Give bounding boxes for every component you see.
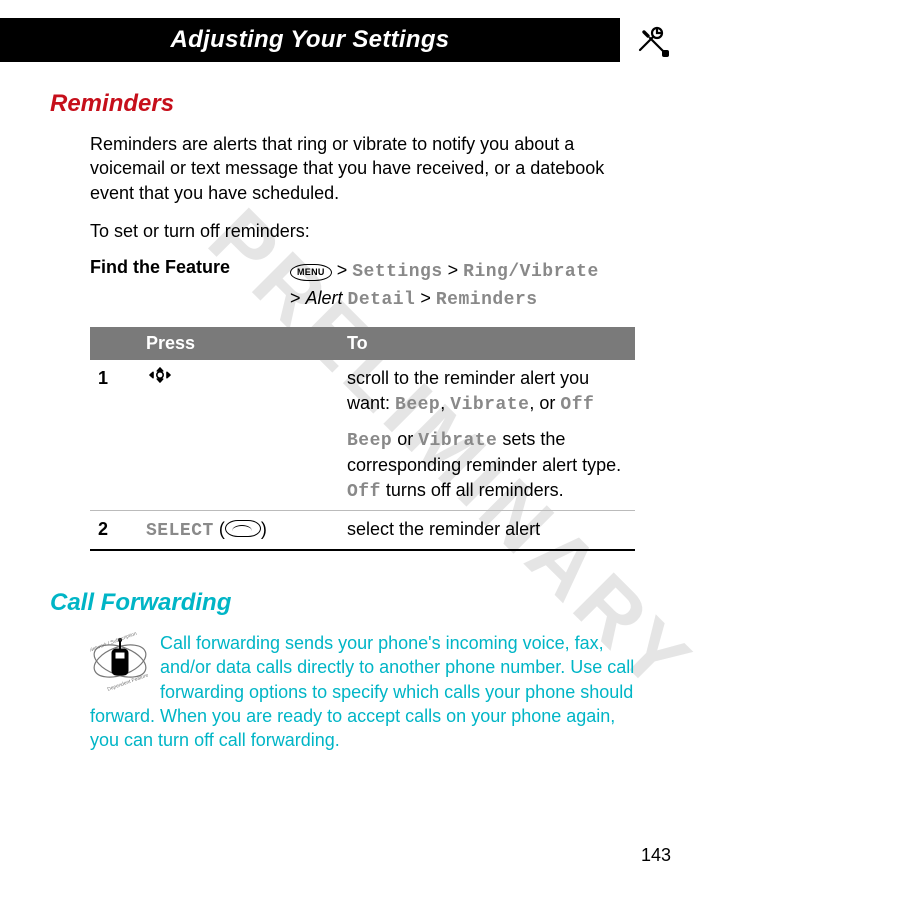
paren: ) <box>261 519 267 539</box>
path-ring-vibrate: Ring/Vibrate <box>463 262 599 282</box>
table-header: Press To <box>90 327 635 360</box>
table-head-to: To <box>339 327 635 360</box>
tools-icon <box>630 18 674 62</box>
procedure-table: Press To 1 <box>90 327 635 551</box>
path-gt: > <box>415 288 436 308</box>
reminders-lead: To set or turn off reminders: <box>90 219 640 243</box>
find-the-feature-path: MENU > Settings > Ring/Vibrate > Alert D… <box>290 257 599 313</box>
row-to: scroll to the reminder alert you want: B… <box>339 360 635 509</box>
path-gt: > <box>332 260 353 280</box>
nav-key-icon <box>146 366 174 391</box>
path-alert: Alert <box>306 288 343 308</box>
call-forwarding-text: Call forwarding sends your phone's incom… <box>90 633 634 750</box>
menu-key-icon: MENU <box>290 264 332 281</box>
option-beep: Beep <box>395 395 440 415</box>
header-bar: Adjusting Your Settings <box>0 18 620 62</box>
option-vibrate: Vibrate <box>418 431 497 451</box>
page-number: 143 <box>641 845 671 866</box>
path-detail: Detail <box>348 290 416 310</box>
row-number: 2 <box>90 511 138 549</box>
soft-key-icon <box>225 520 261 537</box>
find-the-feature: Find the Feature MENU > Settings > Ring/… <box>90 257 640 313</box>
path-reminders: Reminders <box>436 290 538 310</box>
page: Adjusting Your Settings PRELIMINARY Remi… <box>0 0 901 901</box>
row-number: 1 <box>90 360 138 509</box>
paren: ( <box>214 519 225 539</box>
call-forwarding-heading: Call Forwarding <box>50 589 640 617</box>
path-gt: > <box>290 288 306 308</box>
row-press <box>138 360 339 509</box>
row-press: SELECT () <box>138 511 339 549</box>
to-text: select the reminder alert <box>347 517 627 541</box>
select-label: SELECT <box>146 521 214 541</box>
header-title: Adjusting Your Settings <box>171 26 450 54</box>
to-sep: , or <box>529 393 560 413</box>
table-row: 2 SELECT () select the reminder alert <box>90 511 635 551</box>
call-forwarding-body: Network / Subscription Dependent Feature… <box>90 631 640 752</box>
option-off: Off <box>347 482 381 502</box>
reminders-intro: Reminders are alerts that ring or vibrat… <box>90 132 640 205</box>
row-to: select the reminder alert <box>339 511 635 549</box>
to-sep: , <box>440 393 450 413</box>
svg-text:Dependent Feature: Dependent Feature <box>107 673 150 692</box>
table-row: 1 <box>90 360 635 510</box>
to-text: or <box>392 429 418 449</box>
path-settings: Settings <box>352 262 442 282</box>
reminders-heading: Reminders <box>50 90 640 118</box>
network-feature-icon: Network / Subscription Dependent Feature <box>90 631 150 691</box>
option-off: Off <box>560 395 594 415</box>
to-text: turns off all reminders. <box>381 480 564 500</box>
option-beep: Beep <box>347 431 392 451</box>
option-vibrate: Vibrate <box>450 395 529 415</box>
find-the-feature-label: Find the Feature <box>90 257 290 313</box>
path-gt: > <box>443 260 464 280</box>
content: Reminders Reminders are alerts that ring… <box>50 90 640 753</box>
table-head-press: Press <box>138 327 339 360</box>
